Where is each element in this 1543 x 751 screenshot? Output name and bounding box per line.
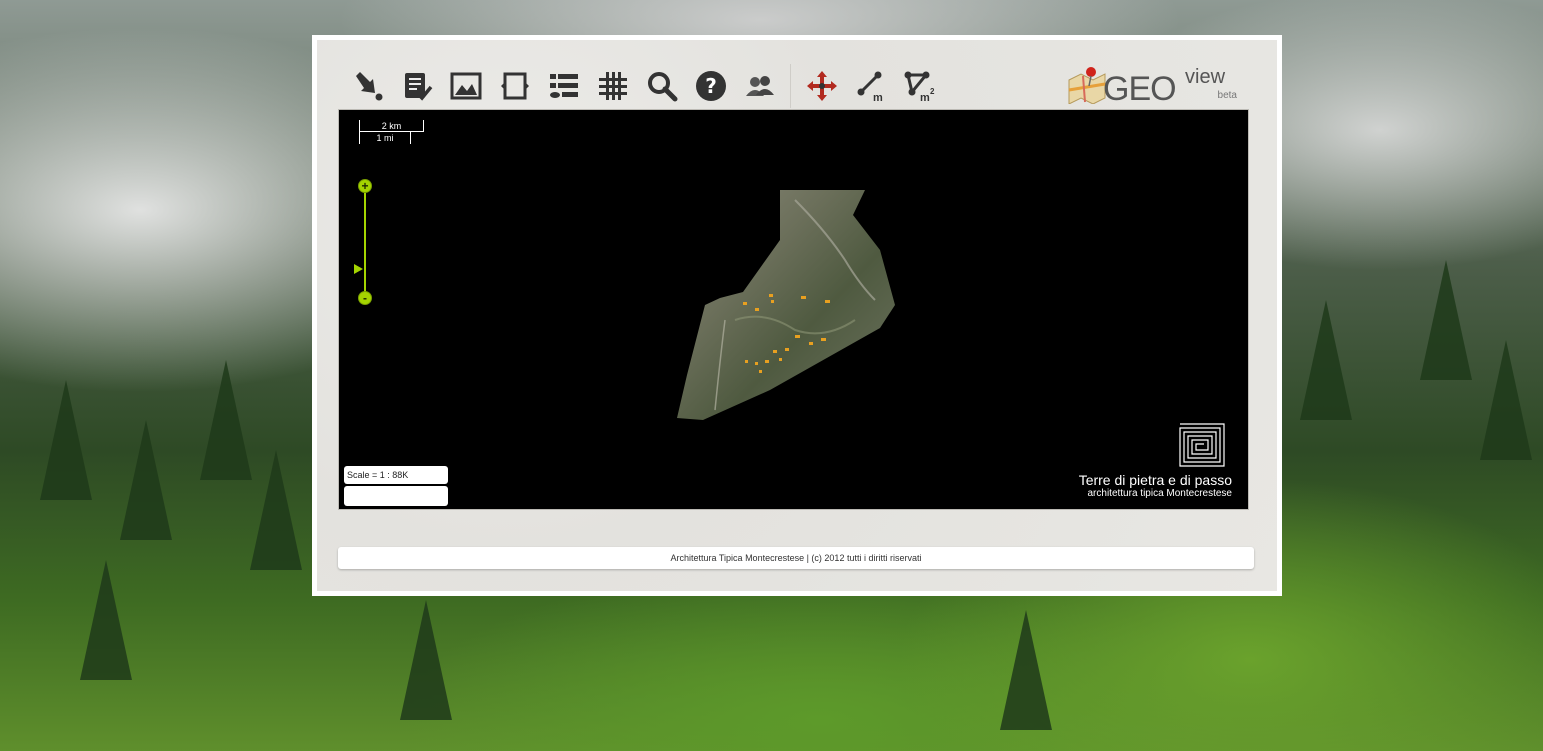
- spiral-labyrinth-logo-icon: [1179, 423, 1225, 467]
- measure-distance-icon: m: [857, 71, 883, 102]
- image-button[interactable]: [441, 63, 490, 109]
- scale-text: Scale = 1 : 88K: [344, 466, 448, 484]
- map-viewport[interactable]: 2 km 1 mi + - Terre di pietra e di passo…: [338, 109, 1249, 510]
- help-button[interactable]: ?: [686, 63, 735, 109]
- brand-title: Terre di pietra e di passo: [1078, 472, 1232, 488]
- toolbar: ? m m2: [343, 62, 944, 110]
- search-button[interactable]: [637, 63, 686, 109]
- map-pin-logo-icon: [1068, 67, 1106, 104]
- logo-geo-text: GEO: [1103, 70, 1177, 108]
- users-icon: [745, 76, 774, 96]
- zoom-slider[interactable]: + -: [354, 179, 372, 305]
- image-icon: [450, 72, 481, 100]
- footer-bar: Architettura Tipica Montecrestese | (c) …: [338, 547, 1254, 569]
- app-panel-inner: ? m m2 GEO view beta 2 km 1 mi + - Terre…: [317, 40, 1277, 591]
- checklist-icon: [404, 73, 432, 101]
- checklist-button[interactable]: [392, 63, 441, 109]
- grid-button[interactable]: [588, 63, 637, 109]
- help-icon: ?: [695, 71, 726, 101]
- users-button[interactable]: [735, 63, 784, 109]
- svg-text:?: ?: [705, 74, 717, 98]
- select-arrow-button[interactable]: [343, 63, 392, 109]
- brand-watermark: Terre di pietra e di passo architettura …: [1032, 420, 1232, 500]
- measure-area-unit: m: [920, 92, 930, 102]
- grid-icon: [598, 72, 627, 100]
- expand-icon: [500, 72, 529, 100]
- measure-area-button[interactable]: m2: [895, 63, 944, 109]
- pan-button[interactable]: [797, 63, 846, 109]
- aerial-terrain-overlay[interactable]: [675, 190, 895, 420]
- measure-distance-button[interactable]: m: [846, 63, 895, 109]
- measure-distance-unit: m: [873, 92, 883, 102]
- expand-button[interactable]: [490, 63, 539, 109]
- layers-list-icon: [549, 74, 578, 98]
- brand-subtitle: architettura tipica Montecrestese: [1087, 488, 1232, 499]
- pan-icon: [806, 71, 837, 101]
- layers-list-button[interactable]: [539, 63, 588, 109]
- logo-beta-text: beta: [1217, 90, 1237, 101]
- app-panel: ? m m2 GEO view beta 2 km 1 mi + - Terre…: [312, 35, 1282, 596]
- zoom-rail[interactable]: [364, 193, 366, 297]
- select-arrow-icon: [355, 72, 382, 101]
- scale-bar: 2 km 1 mi: [359, 120, 429, 150]
- measure-area-icon: m2: [904, 71, 935, 102]
- zoom-out-button[interactable]: -: [358, 291, 372, 305]
- search-icon: [647, 72, 677, 102]
- measure-area-unit-sup: 2: [930, 87, 935, 96]
- scale-input-box[interactable]: [344, 486, 448, 506]
- toolbar-separator: [790, 64, 791, 108]
- zoom-in-button[interactable]: +: [358, 179, 372, 193]
- geoview-logo: GEO view beta: [1067, 64, 1239, 108]
- scale-bar-km: 2 km: [359, 120, 424, 132]
- zoom-handle[interactable]: [354, 264, 363, 275]
- scale-bar-mi: 1 mi: [359, 132, 411, 144]
- scale-display: Scale = 1 : 88K: [344, 466, 448, 506]
- logo-view-text: view: [1185, 66, 1226, 88]
- terrain-area: [677, 190, 895, 420]
